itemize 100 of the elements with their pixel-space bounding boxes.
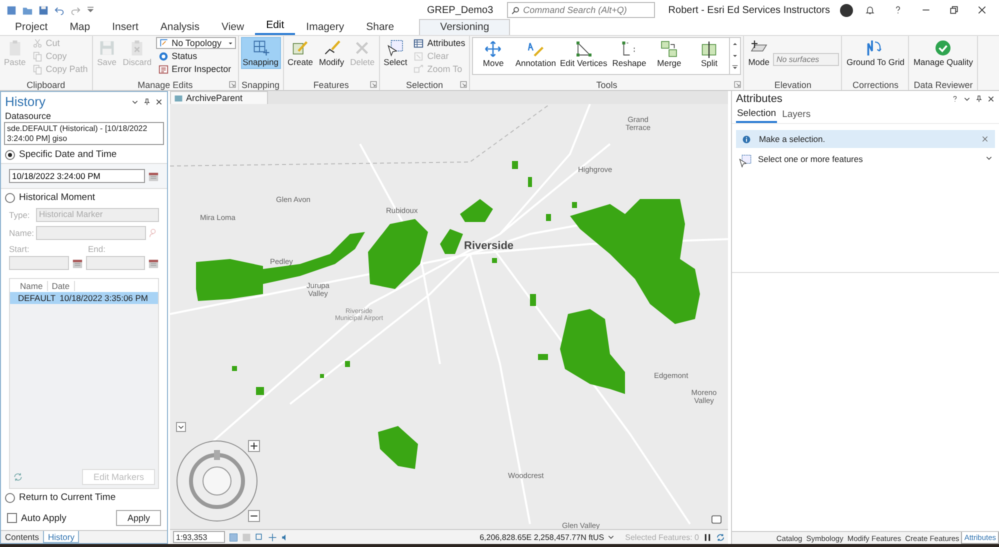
- group-label: Corrections: [852, 80, 898, 90]
- zoom-to-icon: [413, 64, 424, 74]
- refresh-icon: [13, 472, 23, 482]
- column-header[interactable]: Date: [48, 280, 75, 291]
- calendar-icon: [72, 258, 82, 269]
- document-tab[interactable]: ArchiveParent: [170, 91, 268, 104]
- check-circle-icon: [934, 39, 952, 57]
- copy-icon: [32, 50, 43, 62]
- ribbon-button[interactable]: Move: [473, 38, 514, 74]
- name-field[interactable]: [36, 226, 146, 240]
- info-icon: [742, 134, 751, 144]
- zoom-in-button[interactable]: [248, 440, 260, 452]
- close-icon: [981, 135, 989, 143]
- refresh-icon: [716, 532, 725, 542]
- zoom-out-button[interactable]: [248, 510, 260, 522]
- ribbon-button[interactable]: Annotation: [513, 38, 558, 74]
- pane-title: History: [5, 94, 46, 109]
- date-time-field[interactable]: 10/18/2022 3:24:00 PM: [9, 169, 145, 184]
- radio-option[interactable]: Return to Current Time: [1, 489, 167, 506]
- ribbon-button[interactable]: Edit Vertices: [558, 38, 610, 74]
- copy-icon: [32, 64, 43, 74]
- ribbon-tab[interactable]: View: [210, 21, 256, 35]
- ribbon-button[interactable]: Modify: [317, 37, 346, 69]
- ribbon-button[interactable]: Attributes: [411, 37, 468, 49]
- pane-tab[interactable]: Contents: [1, 531, 44, 543]
- pause-icon: [702, 532, 712, 542]
- command-search-field[interactable]: Command Search (Alt+Q): [507, 2, 656, 18]
- close-icon: [987, 95, 995, 103]
- dialog-launcher-icon: [734, 81, 742, 88]
- radio-option[interactable]: Specific Date and Time: [1, 146, 167, 164]
- project-name: GREP_Demo3: [427, 4, 494, 16]
- group-label: Manage Edits: [138, 80, 193, 90]
- chevron-icon: [607, 533, 616, 541]
- ribbon-button[interactable]: Select: [382, 37, 410, 69]
- field-label: Type:: [9, 210, 31, 220]
- crosshair-icon: [268, 532, 277, 542]
- ribbon-button[interactable]: Ground To Grid: [844, 37, 906, 69]
- save-icon: [38, 4, 49, 16]
- ribbon-tab[interactable]: Analysis: [149, 21, 210, 35]
- pane-tab[interactable]: Selection: [736, 107, 778, 123]
- dialog-launcher-icon: [228, 81, 236, 88]
- pane-tab[interactable]: History: [43, 531, 80, 543]
- undo-icon: [54, 4, 65, 16]
- close-icon: [155, 98, 163, 106]
- topology-dropdown[interactable]: No Topology: [156, 37, 236, 49]
- user-avatar[interactable]: [840, 4, 853, 16]
- field-label: End:: [88, 244, 106, 254]
- vertices-icon: [574, 40, 593, 58]
- ribbon-button[interactable]: Create: [286, 37, 316, 69]
- field-label: Name:: [9, 228, 33, 238]
- ribbon-button[interactable]: Manage Quality: [911, 37, 975, 69]
- group-label: Snapping: [242, 80, 280, 90]
- topology-icon: [158, 38, 169, 48]
- scale-dropdown[interactable]: 1:93,353: [173, 531, 225, 543]
- ribbon-tab[interactable]: Insert: [101, 21, 150, 35]
- apply-button[interactable]: Apply: [116, 510, 161, 526]
- ribbon-tab[interactable]: Map: [58, 21, 102, 35]
- pen-icon: [526, 40, 545, 58]
- radio-option[interactable]: Historical Moment: [1, 189, 167, 206]
- restore-icon: [949, 5, 959, 15]
- ribbon-button[interactable]: Merge: [649, 38, 690, 74]
- bell-icon: [865, 5, 875, 15]
- plus-icon: [249, 441, 259, 451]
- ribbon-button[interactable]: Snapping: [240, 37, 281, 69]
- calendar-icon: [148, 258, 159, 269]
- map-icon: [174, 94, 183, 102]
- start-date-field[interactable]: [9, 256, 68, 270]
- ribbon-button[interactable]: Mode: [746, 37, 772, 69]
- group-label: Elevation: [774, 80, 812, 90]
- prompt-text: Select one or more features: [758, 154, 863, 164]
- ribbon-tab[interactable]: Project: [4, 21, 59, 35]
- dialog-launcher-icon: [460, 81, 468, 88]
- ribbon-button[interactable]: Status: [156, 50, 236, 62]
- ribbon-tab[interactable]: Versioning: [419, 19, 510, 35]
- pane-title: Attributes: [736, 93, 782, 105]
- ribbon-tab[interactable]: Imagery: [295, 21, 356, 35]
- ribbon-button[interactable]: Split: [689, 38, 730, 74]
- navigator-toggle[interactable]: [176, 422, 186, 432]
- scissors-icon: [32, 38, 43, 48]
- ribbon-tab[interactable]: Share: [355, 21, 406, 35]
- close-icon: [977, 5, 987, 15]
- chevron-icon: [177, 423, 185, 431]
- merge-icon: [660, 40, 678, 58]
- datasource-dropdown[interactable]: sde.DEFAULT (Historical) - [10/18/2022 3:24:00 PM] giso: [4, 122, 164, 146]
- group-label: Tools: [596, 80, 618, 90]
- end-date-field[interactable]: [86, 256, 145, 270]
- ribbon-button[interactable]: Reshape: [609, 38, 650, 74]
- pencil-icon: [322, 39, 341, 57]
- pin-icon: [975, 95, 983, 103]
- status-icon: [158, 50, 169, 62]
- help-icon: [951, 95, 959, 103]
- pane-tab[interactable]: Layers: [781, 107, 812, 123]
- overview-icon: [710, 514, 722, 525]
- help-icon: [893, 5, 903, 15]
- select-cursor-icon: [738, 154, 752, 168]
- ribbon-button[interactable]: Error Inspector: [156, 63, 236, 75]
- info-message: Make a selection.: [758, 134, 826, 144]
- column-header[interactable]: Name: [16, 280, 48, 291]
- table-row[interactable]: DEFAULT 10/18/2022 3:35:06 PM: [10, 292, 158, 304]
- auto-apply-checkbox[interactable]: Auto Apply: [7, 512, 66, 524]
